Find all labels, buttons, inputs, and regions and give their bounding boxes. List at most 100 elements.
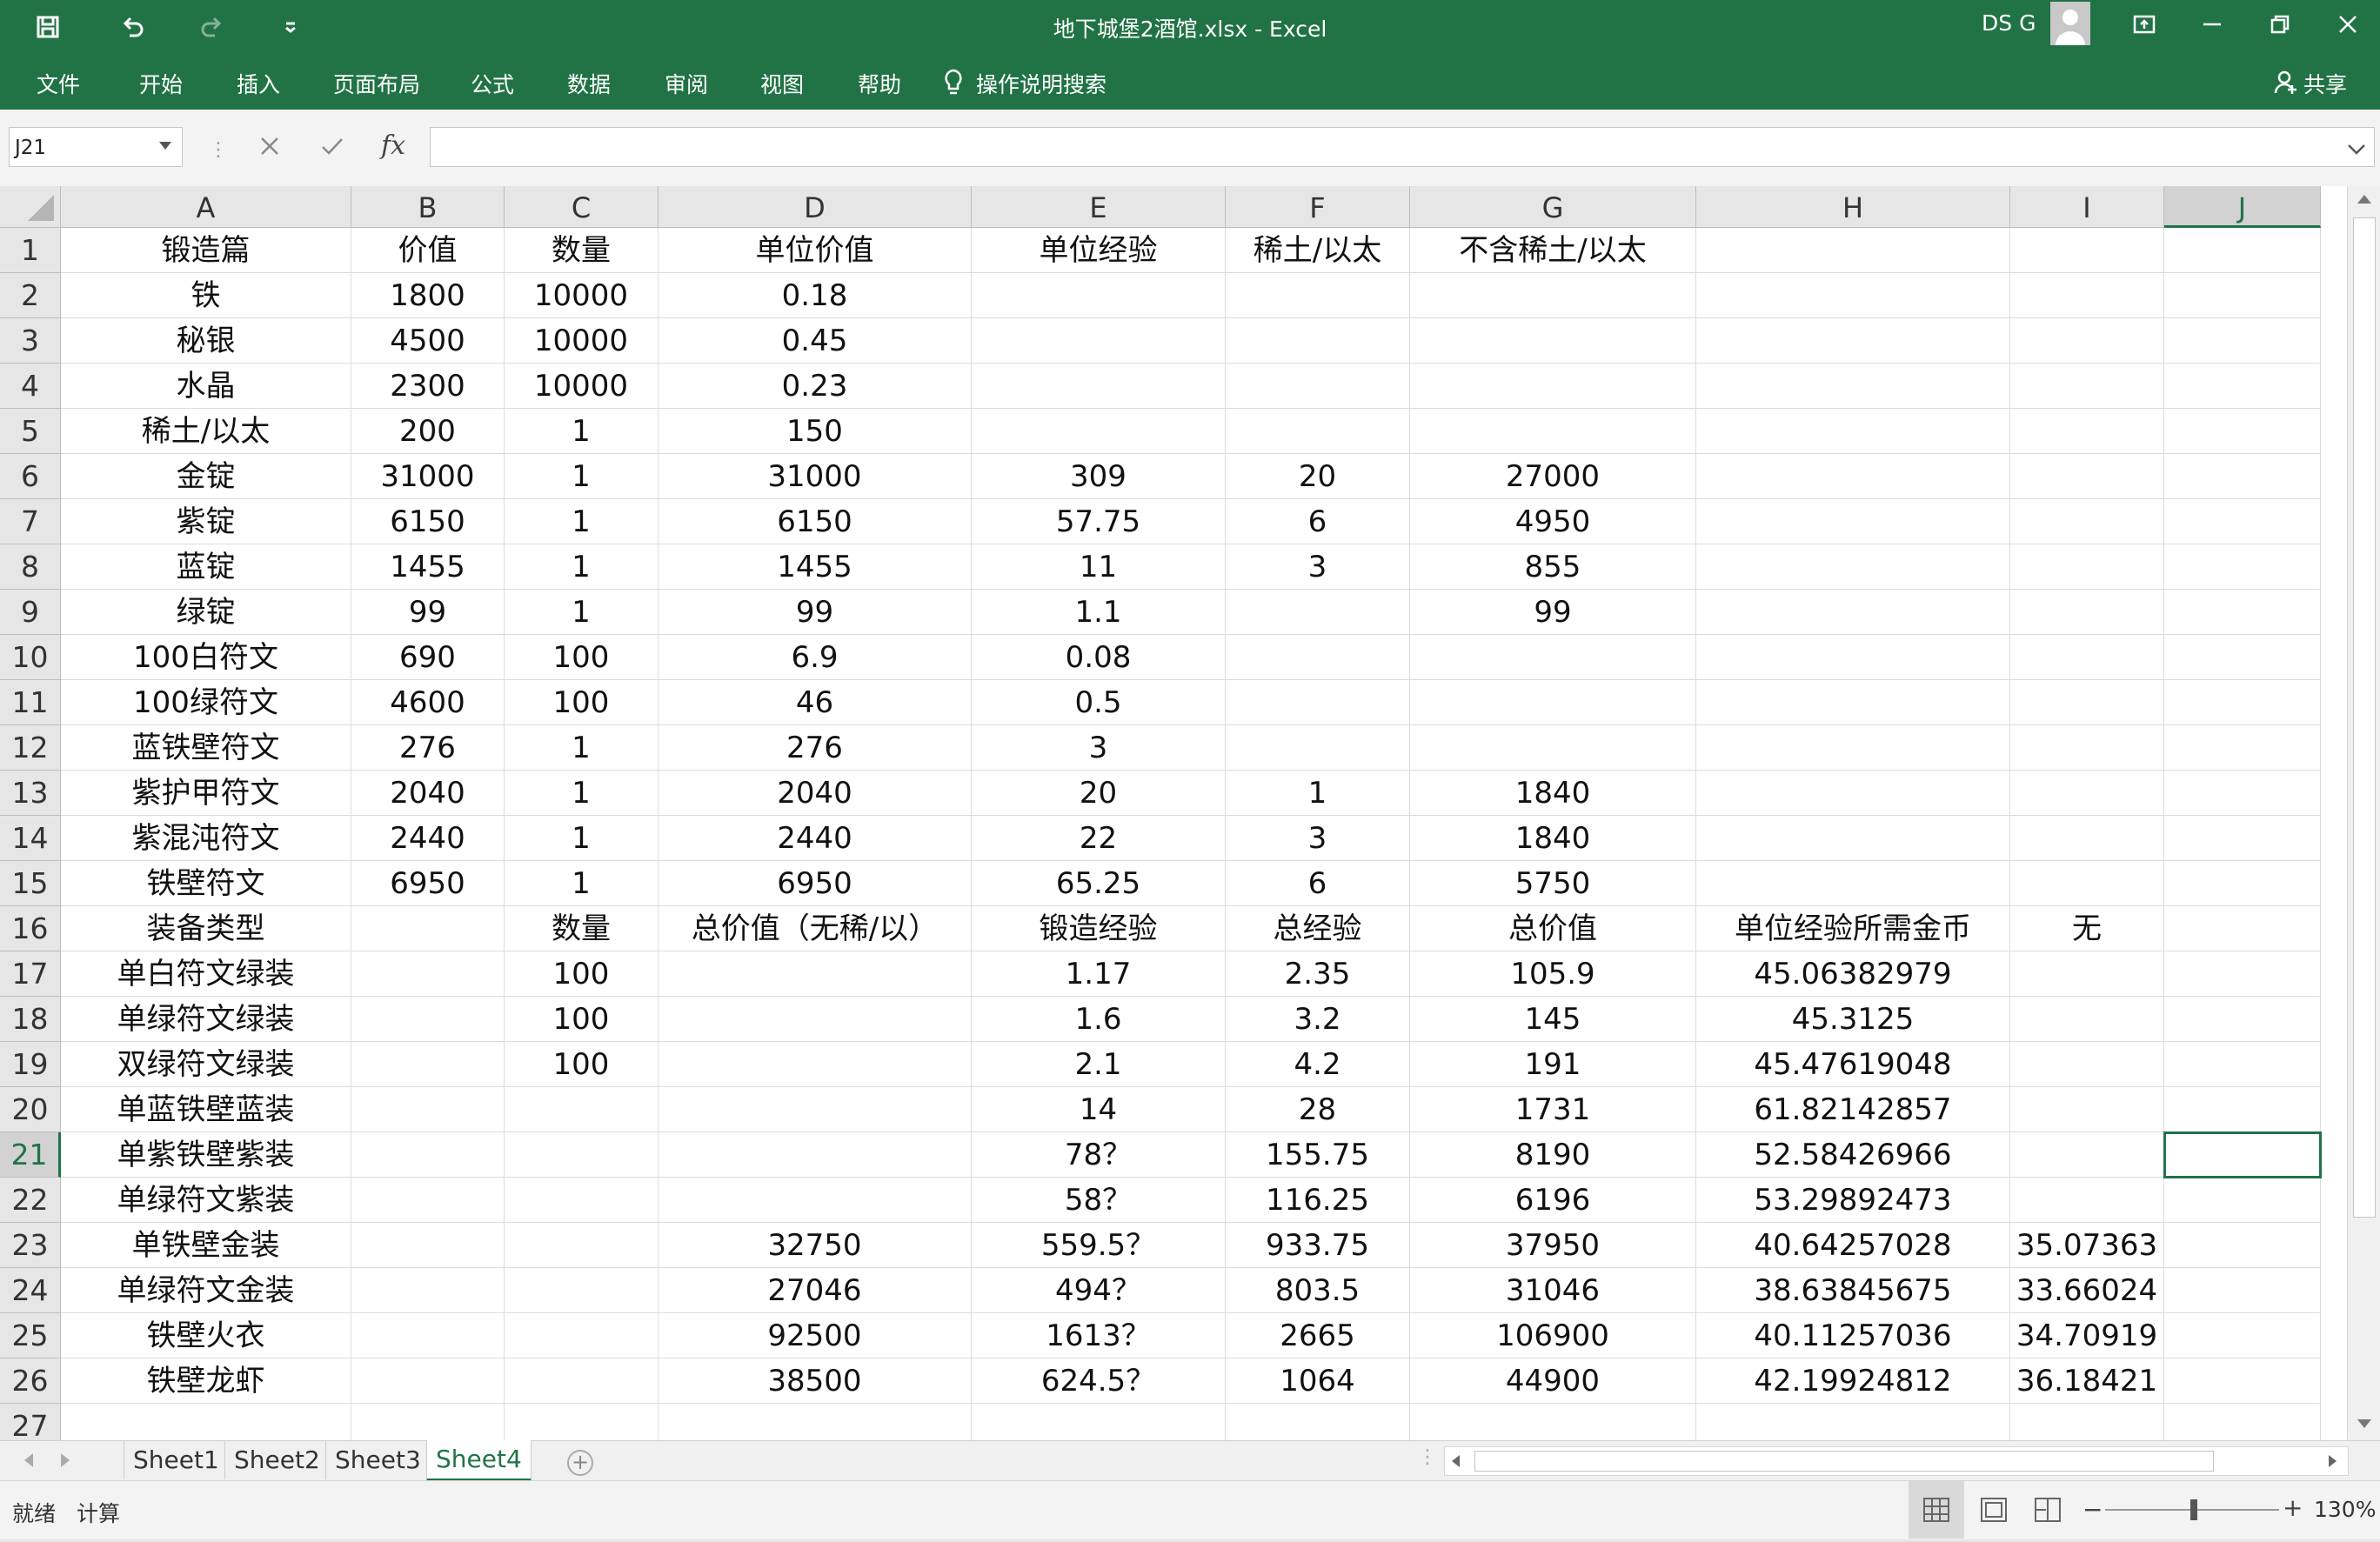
column-header-h[interactable]: H [1696,186,2010,228]
cell-h8[interactable] [1696,544,2010,590]
sheet-tab-sheet1[interactable]: Sheet1 [124,1441,228,1479]
cell-b27[interactable] [351,1404,505,1440]
cell-a12[interactable]: 蓝铁壁符文 [61,725,351,771]
cell-b3[interactable]: 4500 [351,318,505,364]
cell-c16[interactable]: 数量 [505,906,659,951]
row-header-20[interactable]: 20 [0,1087,61,1132]
cell-d17[interactable] [659,951,972,997]
cell-a27[interactable] [61,1404,351,1440]
cell-f6[interactable]: 20 [1226,454,1410,499]
cell-h14[interactable] [1696,816,2010,861]
row-header-23[interactable]: 23 [0,1223,61,1268]
cell-f1[interactable]: 稀土/以太 [1226,228,1410,273]
cell-h16[interactable]: 单位经验所需金币 [1696,906,2010,951]
column-header-d[interactable]: D [659,186,972,228]
cell-j12[interactable] [2164,725,2321,771]
cell-g10[interactable] [1410,635,1696,680]
cell-f14[interactable]: 3 [1226,816,1410,861]
cell-f27[interactable] [1226,1404,1410,1440]
row-header-24[interactable]: 24 [0,1268,61,1313]
zoom-slider-handle[interactable] [2190,1499,2197,1520]
cell-e1[interactable]: 单位经验 [972,228,1226,273]
cell-j8[interactable] [2164,544,2321,590]
page-layout-view-icon[interactable] [1966,1481,2022,1539]
enter-icon[interactable] [318,132,346,160]
cell-d24[interactable]: 27046 [659,1268,972,1313]
cell-h17[interactable]: 45.06382979 [1696,951,2010,997]
cell-a3[interactable]: 秘银 [61,318,351,364]
scroll-right-icon[interactable] [2329,1455,2337,1467]
column-header-c[interactable]: C [505,186,659,228]
cell-e8[interactable]: 11 [972,544,1226,590]
user-name[interactable]: DS G [1982,10,2036,36]
cell-c24[interactable] [505,1268,659,1313]
cell-d23[interactable]: 32750 [659,1223,972,1268]
cell-f20[interactable]: 28 [1226,1087,1410,1132]
avatar[interactable] [2050,2,2090,45]
cell-e9[interactable]: 1.1 [972,590,1226,635]
cell-b6[interactable]: 31000 [351,454,505,499]
cell-c23[interactable] [505,1223,659,1268]
cell-j22[interactable] [2164,1178,2321,1223]
cell-j2[interactable] [2164,273,2321,318]
row-header-26[interactable]: 26 [0,1358,61,1404]
cell-j6[interactable] [2164,454,2321,499]
cell-c27[interactable] [505,1404,659,1440]
cell-g5[interactable] [1410,409,1696,454]
zoom-level[interactable]: 130% [2314,1497,2376,1522]
row-header-5[interactable]: 5 [0,409,61,454]
cell-g24[interactable]: 31046 [1410,1268,1696,1313]
vertical-scroll-thumb[interactable] [2353,217,2376,1218]
cell-e13[interactable]: 20 [972,771,1226,816]
horizontal-scrollbar[interactable] [1444,1446,2349,1476]
cell-b7[interactable]: 6150 [351,499,505,544]
cell-b11[interactable]: 4600 [351,680,505,725]
cell-e27[interactable] [972,1404,1226,1440]
cell-c4[interactable]: 10000 [505,364,659,409]
cell-b23[interactable] [351,1223,505,1268]
cell-g8[interactable]: 855 [1410,544,1696,590]
cell-d26[interactable]: 38500 [659,1358,972,1404]
cell-a22[interactable]: 单绿符文紫装 [61,1178,351,1223]
tab-file[interactable]: 文件 [37,68,80,99]
cell-c12[interactable]: 1 [505,725,659,771]
cell-c21[interactable] [505,1132,659,1178]
cell-j1[interactable] [2164,228,2321,273]
cell-h5[interactable] [1696,409,2010,454]
cell-i5[interactable] [2010,409,2164,454]
cell-e26[interactable]: 624.5？ [972,1358,1226,1404]
sheet-tab-sheet3[interactable]: Sheet3 [325,1441,430,1479]
cell-b10[interactable]: 690 [351,635,505,680]
cell-h4[interactable] [1696,364,2010,409]
cell-e10[interactable]: 0.08 [972,635,1226,680]
cell-h6[interactable] [1696,454,2010,499]
cell-f12[interactable] [1226,725,1410,771]
cell-g6[interactable]: 27000 [1410,454,1696,499]
row-header-14[interactable]: 14 [0,816,61,861]
cell-j10[interactable] [2164,635,2321,680]
row-header-1[interactable]: 1 [0,228,61,273]
cell-a11[interactable]: 100绿符文 [61,680,351,725]
cell-c17[interactable]: 100 [505,951,659,997]
cell-e3[interactable] [972,318,1226,364]
cell-c14[interactable]: 1 [505,816,659,861]
cell-j26[interactable] [2164,1358,2321,1404]
cell-g25[interactable]: 106900 [1410,1313,1696,1358]
cell-d2[interactable]: 0.18 [659,273,972,318]
cell-g15[interactable]: 5750 [1410,861,1696,906]
row-header-7[interactable]: 7 [0,499,61,544]
row-header-16[interactable]: 16 [0,906,61,951]
scroll-up-icon[interactable] [2357,195,2371,204]
cell-h12[interactable] [1696,725,2010,771]
row-header-4[interactable]: 4 [0,364,61,409]
cell-c11[interactable]: 100 [505,680,659,725]
cell-i2[interactable] [2010,273,2164,318]
cell-b18[interactable] [351,997,505,1042]
status-calculate[interactable]: 计算 [77,1497,120,1528]
cell-h9[interactable] [1696,590,2010,635]
cell-h10[interactable] [1696,635,2010,680]
cell-f23[interactable]: 933.75 [1226,1223,1410,1268]
cell-a26[interactable]: 铁壁龙虾 [61,1358,351,1404]
cell-c18[interactable]: 100 [505,997,659,1042]
cell-c6[interactable]: 1 [505,454,659,499]
